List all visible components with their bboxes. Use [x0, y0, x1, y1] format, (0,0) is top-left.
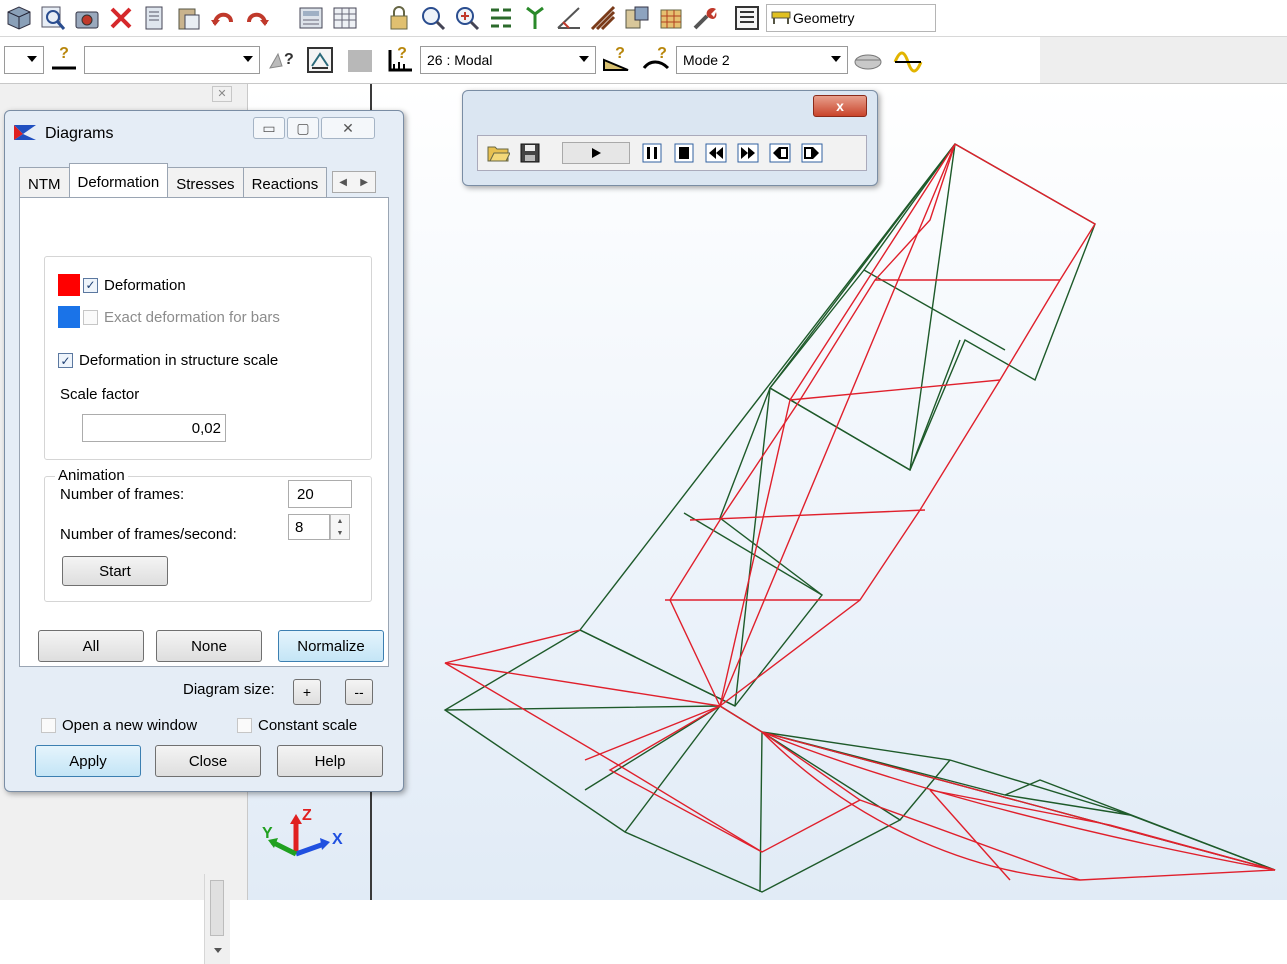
animation-close-button[interactable]: x — [813, 95, 867, 117]
diagram-size-plus-button[interactable]: + — [293, 679, 321, 705]
last-frame-icon[interactable] — [798, 139, 826, 167]
tab-scroll-right-icon[interactable]: ▶ — [360, 177, 368, 188]
spin-up-icon[interactable]: ▲ — [337, 518, 344, 525]
fps-input[interactable]: 8 — [288, 514, 330, 540]
apply-button[interactable]: Apply — [35, 745, 141, 777]
open-folder-icon[interactable] — [484, 139, 512, 167]
window-buttons: ▭ ▢ ✕ — [253, 117, 377, 139]
tab-scroll-buttons[interactable]: ◀ ▶ — [331, 171, 376, 193]
stop-icon[interactable] — [670, 139, 698, 167]
dialog-title-bar: Diagrams — [13, 119, 113, 149]
open-new-window-row: ✓ Open a new window — [41, 717, 197, 734]
open-new-window-checkbox[interactable]: ✓ — [41, 718, 56, 733]
undeformed-structure — [443, 143, 1276, 893]
axes-triad: Z X Y — [262, 807, 343, 857]
diagram-size-label: Diagram size: — [183, 681, 275, 698]
scale-factor-input[interactable]: 0,02 — [82, 414, 226, 442]
diagram-size-minus-button[interactable]: -- — [345, 679, 373, 705]
frames-input[interactable]: 20 — [288, 480, 352, 508]
play-button[interactable] — [562, 142, 630, 164]
deformation-row: ✓ Deformation — [58, 274, 186, 296]
frames-label: Number of frames: — [60, 486, 185, 503]
structure-scale-label: Deformation in structure scale — [79, 352, 279, 369]
maximize-button[interactable]: ▢ — [287, 117, 319, 139]
deformation-checkbox-label: Deformation — [104, 276, 186, 294]
tab-reactions[interactable]: Reactions — [242, 167, 327, 199]
pause-icon[interactable] — [638, 139, 666, 167]
fps-label: Number of frames/second: — [60, 526, 237, 543]
exact-deformation-color-swatch[interactable] — [58, 306, 80, 328]
deformation-checkbox[interactable]: ✓ — [83, 277, 98, 293]
spin-down-icon[interactable]: ▼ — [337, 530, 344, 537]
axis-z-label: Z — [302, 807, 312, 824]
close-button[interactable]: Close — [155, 745, 261, 777]
structure-scale-row: ✓ Deformation in structure scale — [58, 352, 278, 369]
axis-y-label: Y — [262, 825, 273, 842]
deformation-tab-panel: ✓ Deformation ✓ Exact deformation for ba… — [19, 197, 389, 667]
constant-scale-checkbox[interactable]: ✓ — [237, 718, 252, 733]
constant-scale-label: Constant scale — [258, 717, 358, 734]
diagram-tabs: NTM Deformation Stresses Reactions ◀ ▶ — [19, 163, 376, 199]
start-button[interactable]: Start — [62, 556, 168, 586]
deformed-structure — [444, 143, 1276, 881]
dialog-title: Diagrams — [45, 125, 114, 142]
tab-scroll-left-icon[interactable]: ◀ — [339, 177, 347, 188]
diagrams-dialog: Diagrams ▭ ▢ ✕ NTM Deformation Stresses … — [4, 110, 404, 792]
first-frame-icon[interactable] — [766, 139, 794, 167]
scale-factor-label: Scale factor — [60, 386, 140, 403]
animation-controls — [477, 135, 867, 171]
dialog-close-button[interactable]: ✕ — [321, 117, 375, 139]
animation-toolbar-window: x — [462, 90, 878, 186]
save-icon[interactable] — [516, 139, 544, 167]
scroll-down-icon[interactable] — [214, 948, 222, 953]
minimize-button[interactable]: ▭ — [253, 117, 285, 139]
exact-deformation-row: ✓ Exact deformation for bars — [58, 306, 280, 328]
exact-deformation-label: Exact deformation for bars — [104, 308, 280, 326]
structure-scale-checkbox[interactable]: ✓ — [58, 353, 73, 368]
fps-spinner[interactable]: ▲ ▼ — [330, 514, 350, 540]
constant-scale-row: ✓ Constant scale — [237, 717, 357, 734]
none-button[interactable]: None — [156, 630, 262, 662]
tab-deformation[interactable]: Deformation — [68, 163, 169, 197]
axis-x-label: X — [332, 831, 343, 848]
animation-group-label: Animation — [55, 467, 128, 484]
exact-deformation-checkbox[interactable]: ✓ — [83, 309, 98, 325]
diagrams-icon — [13, 122, 37, 147]
open-new-window-label: Open a new window — [62, 717, 198, 734]
rewind-icon[interactable] — [702, 139, 730, 167]
tab-stresses[interactable]: Stresses — [167, 167, 244, 199]
fast-forward-icon[interactable] — [734, 139, 762, 167]
help-button[interactable]: Help — [277, 745, 383, 777]
deformation-color-swatch[interactable] — [58, 274, 80, 296]
tab-ntm[interactable]: NTM — [19, 167, 70, 199]
normalize-button[interactable]: Normalize — [278, 630, 384, 662]
all-button[interactable]: All — [38, 630, 144, 662]
